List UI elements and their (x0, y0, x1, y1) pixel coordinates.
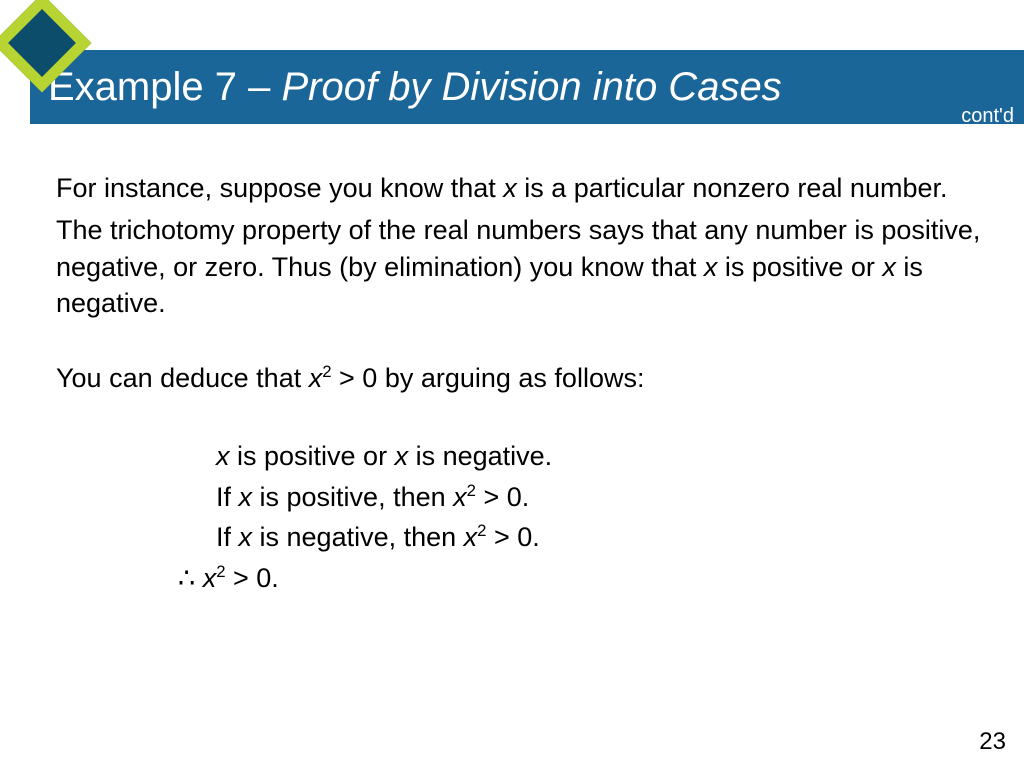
var-x: x (203, 563, 217, 593)
argument-line-3: If x is negative, then x2 > 0. (216, 519, 984, 555)
var-x: x (239, 522, 253, 552)
title-bar: Example 7 – Proof by Division into Cases… (30, 50, 1024, 124)
var-x: x (503, 173, 517, 203)
paragraph-1: For instance, suppose you know that x is… (56, 170, 984, 206)
text: is negative, then (252, 522, 464, 552)
exp-2: 2 (216, 562, 225, 581)
therefore-symbol: ∴ (178, 563, 195, 593)
text: For instance, suppose you know that (56, 173, 503, 203)
exp-2: 2 (322, 362, 331, 381)
text: > 0. (486, 522, 539, 552)
argument-line-1: x is positive or x is negative. (216, 438, 984, 474)
page-number: 23 (979, 728, 1006, 756)
paragraph-2: The trichotomy property of the real numb… (56, 212, 984, 321)
contd-label: cont'd (961, 105, 1014, 128)
title-italic: Proof by Division into Cases (281, 65, 781, 109)
text: > 0. (476, 482, 529, 512)
var-x: x (395, 441, 409, 471)
text: is a particular nonzero real number. (517, 173, 948, 203)
text: You can deduce that (56, 363, 309, 393)
var-x: x (216, 441, 230, 471)
body-content: For instance, suppose you know that x is… (56, 170, 984, 596)
paragraph-3: You can deduce that x2 > 0 by arguing as… (56, 360, 984, 396)
var-x: x (882, 252, 896, 282)
text: is positive or (717, 252, 882, 282)
argument-conclusion: ∴ x2 > 0. (178, 560, 984, 596)
var-x: x (239, 482, 253, 512)
text: If (216, 522, 239, 552)
title-plain: Example 7 – (48, 65, 281, 109)
var-x: x (704, 252, 718, 282)
spacer (56, 402, 984, 434)
text: > 0 by arguing as follows: (332, 363, 645, 393)
text: is negative. (408, 441, 552, 471)
slide-title: Example 7 – Proof by Division into Cases (48, 65, 782, 110)
slide: Example 7 – Proof by Division into Cases… (0, 0, 1024, 768)
spacer (56, 328, 984, 360)
text: > 0. (226, 563, 279, 593)
text: is positive, then (252, 482, 453, 512)
var-x: x (464, 522, 478, 552)
argument-line-2: If x is positive, then x2 > 0. (216, 479, 984, 515)
text: If (216, 482, 239, 512)
var-x: x (309, 363, 323, 393)
var-x: x (453, 482, 467, 512)
text: is positive or (230, 441, 395, 471)
exp-2: 2 (467, 481, 476, 500)
